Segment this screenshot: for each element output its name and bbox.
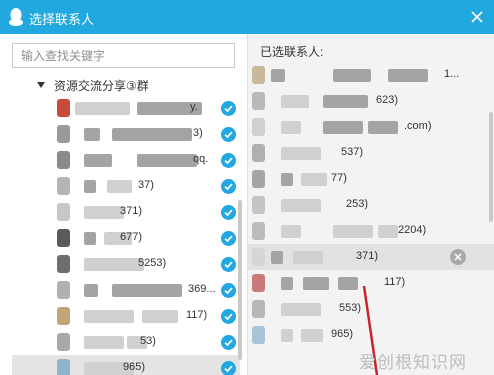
red-annotation-arrow bbox=[362, 285, 379, 375]
watermark-text: 爱创根知识网 bbox=[359, 353, 467, 373]
